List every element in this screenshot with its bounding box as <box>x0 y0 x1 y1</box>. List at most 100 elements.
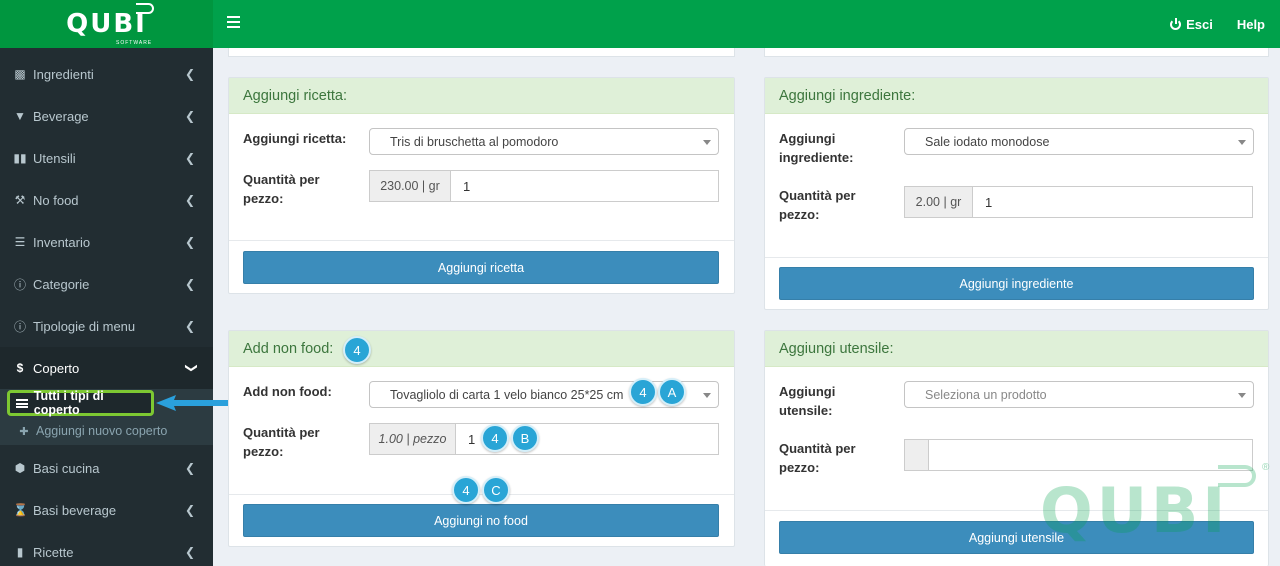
chevron-left-icon: ❮ <box>184 503 195 517</box>
chevron-left-icon: ❮ <box>184 151 195 165</box>
caret-down-icon <box>1238 140 1246 145</box>
chevron-left-icon: ❮ <box>184 319 195 333</box>
submenu-item-aggiungi-nuovo-coperto[interactable]: ✚ Aggiungi nuovo coperto <box>0 419 213 443</box>
utensil-select-placeholder: Seleziona un prodotto <box>925 387 1047 402</box>
sidebar-item-no-food[interactable]: ⚒ No food ❮ <box>0 179 213 221</box>
add-non-food-button[interactable]: Aggiungi no food <box>243 504 719 537</box>
recipe-qty-input[interactable]: 1 <box>451 170 719 202</box>
sidebar-item-label: Utensili <box>33 150 76 166</box>
sidebar: ▩ Ingredienti ❮ ▼ Beverage ❮ ▮▮ Utensili… <box>0 48 213 566</box>
ingredient-select-label: Aggiungi ingrediente: <box>779 131 854 165</box>
plus-circle-icon: ✚ <box>19 425 29 438</box>
sidebar-item-label: Basi cucina <box>33 460 100 476</box>
nonfood-qty-unit: 1.00 | pezzo <box>369 423 456 455</box>
menu-toggle-icon[interactable] <box>227 16 240 30</box>
recipe-select[interactable]: Tris di bruschetta al pomodoro <box>369 128 719 155</box>
chevron-left-icon: ❮ <box>184 193 195 207</box>
hourglass-icon: ⌛ <box>13 503 28 517</box>
list-icon <box>16 398 28 408</box>
sidebar-item-ingredienti[interactable]: ▩ Ingredienti ❮ <box>0 53 213 95</box>
help-label: Help <box>1236 16 1265 32</box>
logout-label: Esci <box>1186 16 1213 32</box>
ingredient-qty-input[interactable]: 1 <box>973 186 1253 218</box>
panel-top-remnant <box>764 48 1269 57</box>
ingredient-select[interactable]: Sale iodato monodose <box>904 128 1254 155</box>
panel-add-utensil-title: Aggiungi utensile: <box>765 331 1268 367</box>
chevron-left-icon: ❮ <box>184 461 195 475</box>
sidebar-item-basi-cucina[interactable]: ⬢ Basi cucina ❮ <box>0 447 213 489</box>
sidebar-item-label: Categorie <box>33 276 90 292</box>
chevron-left-icon: ❮ <box>184 235 195 249</box>
help-link[interactable]: Help <box>1225 17 1280 32</box>
cube-icon: ⬢ <box>14 461 26 475</box>
top-header: QUBI SOFTWARE Esci Help <box>0 0 1280 48</box>
sidebar-item-label: Ingredienti <box>33 66 94 82</box>
logo-text: QUBI <box>66 9 147 39</box>
panel-top-remnant <box>228 48 735 57</box>
sidebar-item-ricette[interactable]: ▮ Ricette ❮ <box>0 531 213 566</box>
submenu-item-label: Tutti i tipi di coperto <box>33 389 104 417</box>
caret-down-icon <box>703 140 711 145</box>
panel-add-non-food-title: Add non food: <box>229 331 734 367</box>
step-badge: 4 <box>629 378 657 406</box>
panel-add-ingredient-title: Aggiungi ingrediente: <box>765 78 1268 114</box>
step-badge: 4 <box>452 476 480 504</box>
info-icon: ⓘ <box>13 277 26 292</box>
sidebar-item-utensili[interactable]: ▮▮ Utensili ❮ <box>0 137 213 179</box>
sidebar-item-coperto[interactable]: $ Coperto ❮ <box>0 347 213 389</box>
recipe-qty-label: Quantità per pezzo: <box>243 172 320 206</box>
chevron-left-icon: ❮ <box>184 277 195 291</box>
ingredient-select-value: Sale iodato monodose <box>925 134 1050 149</box>
logo[interactable]: QUBI SOFTWARE <box>0 0 213 48</box>
sidebar-item-beverage[interactable]: ▼ Beverage ❮ <box>0 95 213 137</box>
sidebar-item-label: No food <box>33 192 79 208</box>
logo-mark-icon <box>136 3 154 14</box>
sidebar-item-label: Coperto <box>33 360 80 376</box>
step-badge-letter: A <box>658 378 686 406</box>
sitemap-icon: ▩ <box>14 67 26 81</box>
step-badge-letter: C <box>482 476 510 504</box>
divider <box>765 257 1268 258</box>
watermark-logo: QUBI <box>1040 474 1230 547</box>
nonfood-select-value: Tovagliolo di carta 1 velo bianco 25*25 … <box>390 387 624 402</box>
panel-add-recipe-title: Aggiungi ricetta: <box>229 78 734 114</box>
file-icon: ▮ <box>16 545 24 559</box>
nonfood-select-label: Add non food: <box>243 384 332 399</box>
logo-subtitle: SOFTWARE <box>116 40 153 46</box>
chevron-down-icon: ❮ <box>182 362 197 374</box>
watermark-registered: ® <box>1262 462 1270 473</box>
utensil-qty-label: Quantità per pezzo: <box>779 441 856 475</box>
sidebar-item-categorie[interactable]: ⓘ Categorie ❮ <box>0 263 213 305</box>
recipe-select-value: Tris di bruschetta al pomodoro <box>390 134 559 149</box>
chevron-left-icon: ❮ <box>184 67 195 81</box>
divider <box>229 240 734 241</box>
sidebar-item-label: Basi beverage <box>33 502 117 518</box>
submenu-item-tutti-i-tipi-di-coperto[interactable]: Tutti i tipi di coperto <box>7 389 154 417</box>
glass-icon: ▼ <box>14 109 26 123</box>
sidebar-item-inventario[interactable]: ☰ Inventario ❮ <box>0 221 213 263</box>
caret-down-icon <box>1238 393 1246 398</box>
cutlery-icon: ▮▮ <box>13 151 27 165</box>
caret-down-icon <box>703 393 711 398</box>
sidebar-item-basi-beverage[interactable]: ⌛ Basi beverage ❮ <box>0 489 213 531</box>
sidebar-item-label: Ricette <box>33 544 74 560</box>
utensil-select[interactable]: Seleziona un prodotto <box>904 381 1254 408</box>
step-badge: 4 <box>481 424 509 452</box>
sidebar-item-label: Inventario <box>33 234 91 250</box>
submenu-item-label: Aggiungi nuovo coperto <box>36 424 168 438</box>
sidebar-item-label: Beverage <box>33 108 89 124</box>
sidebar-item-label: Tipologie di menu <box>33 318 136 334</box>
utensil-qty-unit <box>904 439 929 471</box>
step-badge-letter: B <box>511 424 539 452</box>
add-recipe-button[interactable]: Aggiungi ricetta <box>243 251 719 284</box>
chevron-left-icon: ❮ <box>184 109 195 123</box>
ingredient-qty-label: Quantità per pezzo: <box>779 188 856 222</box>
step-badge: 4 <box>343 336 371 364</box>
power-icon <box>1170 17 1182 30</box>
utensil-qty-input[interactable] <box>929 439 1253 471</box>
sidebar-item-tipologie-di-menu[interactable]: ⓘ Tipologie di menu ❮ <box>0 305 213 347</box>
wrench-icon: ⚒ <box>14 193 26 207</box>
list-icon: ☰ <box>14 235 26 249</box>
add-ingredient-button[interactable]: Aggiungi ingrediente <box>779 267 1254 300</box>
logout-link[interactable]: Esci <box>1158 17 1225 32</box>
